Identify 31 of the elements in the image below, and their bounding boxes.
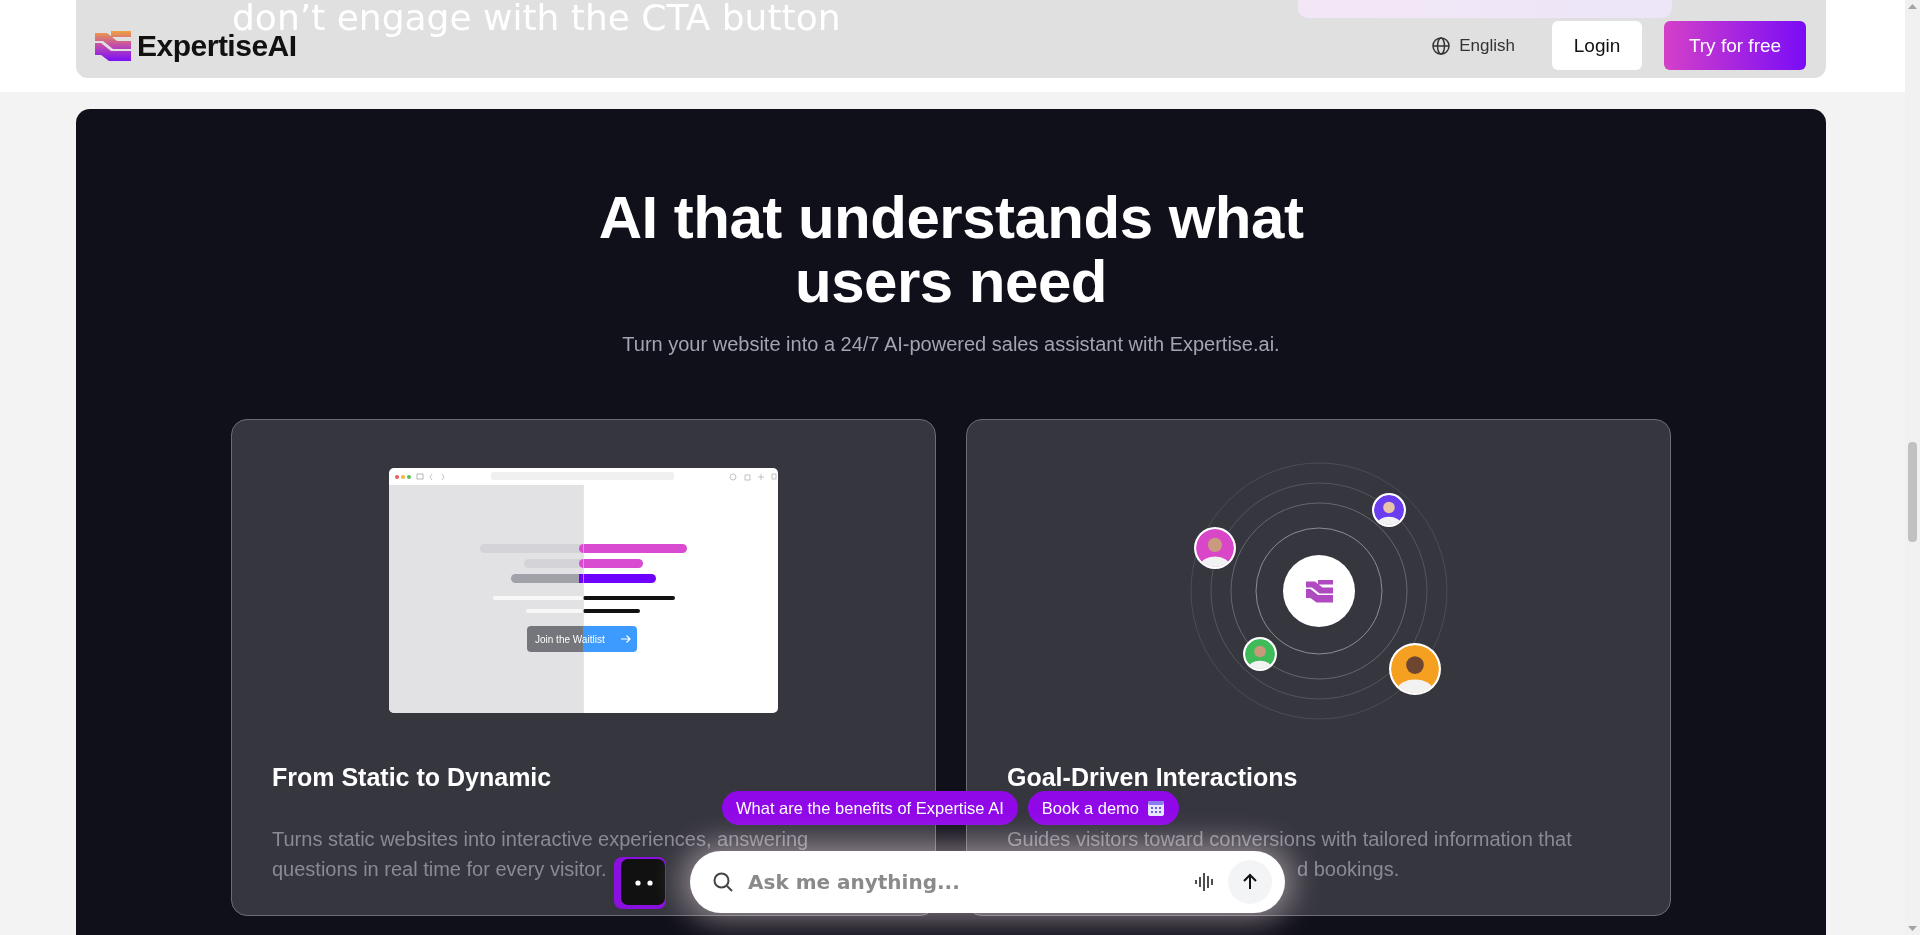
card-description-line: questions in real time for every visitor. — [272, 857, 607, 881]
arrow-up-icon — [1241, 873, 1259, 891]
globe-icon[interactable] — [1431, 35, 1452, 56]
calendar-icon — [1147, 799, 1166, 817]
send-button[interactable] — [1228, 860, 1272, 904]
card-description-line: Turns static websites into interactive experiences, answering — [272, 827, 809, 851]
suggestion-chip[interactable]: What are the benefits of Expertise AI — [722, 791, 1018, 825]
avatar — [1388, 642, 1441, 695]
card-title: Goal-Driven Interactions — [1007, 764, 1299, 790]
chat-input[interactable]: Ask me anything... — [746, 869, 1182, 895]
card-description-line: Guides visitors toward conversions with tailored information that — [1007, 827, 1572, 851]
card-description-line: d bookings. — [1297, 857, 1400, 881]
section-subtitle: Turn your website into a 24/7 AI-powered sales assistant with Expertise.ai. — [621, 332, 1281, 357]
suggestion-chip[interactable]: Book a demo — [1027, 791, 1180, 825]
scroll-down-icon[interactable] — [1908, 926, 1917, 932]
language-selector[interactable]: English — [1459, 35, 1515, 56]
logo-icon — [95, 30, 131, 61]
robot-icon[interactable] — [613, 855, 668, 911]
chat-field[interactable]: Ask me anything... — [690, 851, 1285, 913]
search-icon — [712, 871, 734, 893]
section-heading: AI that understands what users need — [597, 186, 1305, 314]
scroll-up-icon[interactable] — [1908, 3, 1917, 9]
avatar — [1242, 636, 1277, 671]
brand-name: ExpertiseAI — [137, 30, 297, 61]
card-title: From Static to Dynamic — [272, 764, 553, 790]
login-button[interactable]: Login — [1552, 21, 1642, 70]
avatar — [1371, 492, 1406, 527]
try-free-button[interactable]: Try for free — [1664, 21, 1806, 70]
avatar — [1193, 526, 1236, 569]
scrollbar-thumb[interactable] — [1908, 442, 1917, 542]
voice-wave-icon[interactable] — [1194, 872, 1216, 892]
